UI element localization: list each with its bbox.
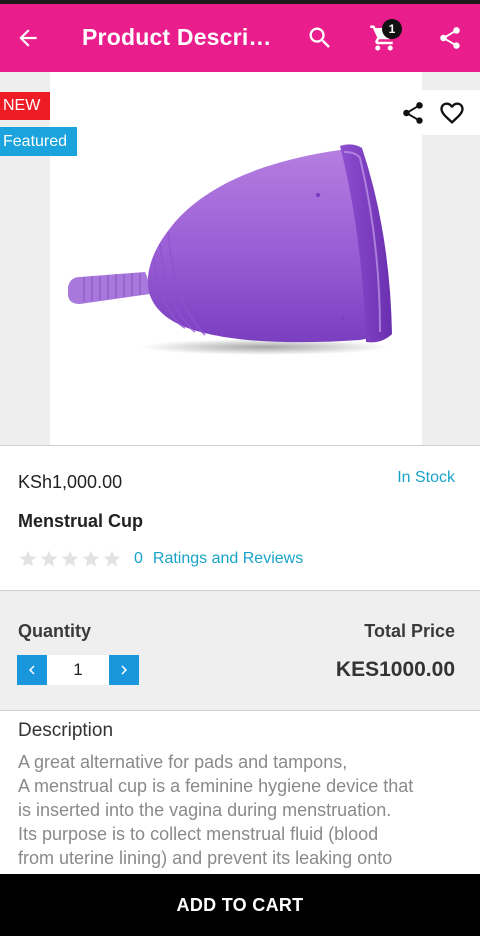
star-icon	[19, 550, 37, 567]
featured-badge: Featured	[0, 127, 78, 156]
star-icon	[103, 550, 121, 567]
ratings-reviews-link[interactable]: Ratings and Reviews	[153, 550, 303, 568]
stock-status: In Stock	[397, 469, 455, 486]
description-line: Its purpose is to collect menstrual flui…	[18, 824, 379, 844]
back-arrow-icon	[19, 29, 37, 47]
share-icon	[403, 102, 423, 124]
share-button[interactable]	[430, 18, 470, 58]
description-body: A great alternative for pads and tampons…	[18, 750, 468, 870]
back-button[interactable]	[10, 16, 46, 60]
product-image-area: NEW Featured	[0, 72, 480, 445]
search-button[interactable]	[300, 18, 340, 58]
wishlist-button[interactable]	[435, 96, 469, 130]
description-line: A menstrual cup is a feminine hygiene de…	[18, 776, 414, 796]
rating-row[interactable]: 0 Ratings and Reviews	[18, 548, 303, 570]
rating-count: 0	[134, 550, 143, 567]
new-badge: NEW	[0, 92, 51, 120]
share-icon	[440, 27, 460, 49]
description-title: Description	[18, 720, 114, 741]
description-line: A great alternative for pads and tampons…	[18, 752, 348, 772]
quantity-value[interactable]: 1	[47, 655, 109, 685]
increase-quantity-button[interactable]	[109, 655, 139, 685]
total-price-label: Total Price	[364, 621, 455, 641]
app-bar: Product Descrip... 1	[0, 4, 480, 72]
product-image[interactable]	[50, 72, 422, 445]
product-name: Menstrual Cup	[18, 511, 144, 531]
image-actions	[390, 90, 480, 135]
menstrual-cup-illustration	[68, 144, 392, 355]
search-icon	[309, 27, 330, 48]
chevron-right-icon	[121, 665, 127, 675]
divider	[0, 445, 480, 446]
rating-stars	[18, 549, 122, 569]
star-icon	[82, 550, 100, 567]
bottom-strip	[0, 936, 480, 943]
total-price-value: KES1000.00	[335, 658, 455, 681]
add-to-cart-button[interactable]: ADD TO CART	[0, 874, 480, 936]
chevron-left-icon	[29, 665, 35, 675]
description-line: is inserted into the vagina during menst…	[18, 800, 392, 820]
page-title: Product Descrip...	[82, 24, 282, 50]
description-line: from uterine lining) and prevent its lea…	[18, 848, 393, 868]
share-product-button[interactable]	[396, 96, 430, 130]
quantity-stepper: 1	[17, 655, 139, 685]
decrease-quantity-button[interactable]	[17, 655, 47, 685]
star-icon	[40, 550, 58, 567]
heart-icon	[440, 102, 464, 124]
quantity-section: Quantity Total Price 1 KES1000.00	[0, 591, 480, 710]
star-icon	[61, 550, 79, 567]
quantity-label: Quantity	[18, 621, 92, 641]
cart-count-badge: 1	[382, 19, 402, 39]
cart-button[interactable]: 1	[364, 18, 404, 58]
divider	[0, 710, 480, 711]
product-price: KSh1,000.00	[18, 472, 123, 492]
